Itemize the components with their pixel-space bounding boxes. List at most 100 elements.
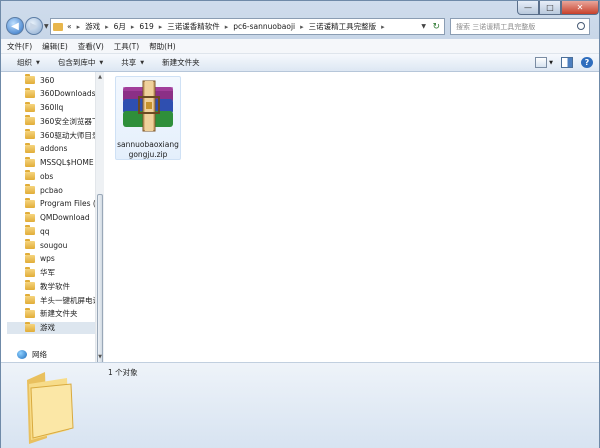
address-bar[interactable]: « ▸ 游戏 ▸ 6月 ▸ 619 ▸ 三诺谖香精软件 ▸ pc6-sannuo…: [50, 18, 445, 35]
sidebar-item-label: pcbao: [40, 185, 63, 195]
sidebar-item-label: 新建文件夹: [40, 309, 78, 319]
include-in-library-button[interactable]: 包含到库中 ▼: [58, 57, 103, 68]
sidebar-item-folder[interactable]: 360: [25, 74, 97, 86]
folder-icon: [25, 115, 35, 126]
sidebar-item-folder[interactable]: 羊头一键机屏电设: [25, 294, 97, 306]
sidebar-item-folder[interactable]: pcbao: [25, 184, 97, 196]
menu-file[interactable]: 文件(F): [7, 41, 32, 52]
folder-icon: [25, 156, 35, 167]
sidebar-item-folder[interactable]: 360llq: [25, 101, 97, 114]
maximize-button[interactable]: □: [539, 1, 561, 15]
sidebar-item-folder[interactable]: obs: [25, 170, 97, 182]
search-input[interactable]: 搜索 三诺谖精工具完整版: [450, 18, 590, 35]
sidebar-item-label: addons: [40, 144, 68, 154]
minimize-button[interactable]: —: [517, 1, 539, 15]
menu-view[interactable]: 查看(V): [78, 41, 104, 52]
network-icon: [17, 349, 27, 359]
folder-icon: [27, 372, 74, 444]
sidebar-item-label: MSSQL$HOME: [40, 158, 94, 167]
sidebar-item-folder[interactable]: 360驱动大师目录: [25, 129, 97, 141]
folder-icon: [25, 74, 35, 84]
folder-icon: [25, 239, 35, 249]
forward-button[interactable]: ▶: [25, 17, 43, 35]
sidebar-item-folder[interactable]: wps: [25, 252, 97, 265]
address-history-dropdown[interactable]: ▼: [421, 23, 426, 30]
menu-bar: 文件(F) 编辑(E) 查看(V) 工具(T) 帮助(H): [1, 39, 599, 54]
breadcrumb-separator-icon: ▸: [130, 22, 135, 31]
scroll-down-icon[interactable]: ▼: [96, 352, 104, 362]
folder-icon: [25, 294, 35, 304]
sidebar-item-folder[interactable]: 游戏: [7, 321, 97, 334]
file-name: sannuobaoxianggongju.zip: [117, 140, 179, 159]
sidebar-item-label: qq: [40, 226, 50, 236]
sidebar-item-folder[interactable]: sougou: [25, 239, 97, 251]
sidebar-item-label: 360llq: [40, 103, 64, 112]
breadcrumb-separator-icon: ▸: [300, 22, 304, 31]
breadcrumb-overflow[interactable]: «: [67, 22, 72, 31]
search-placeholder: 搜索 三诺谖精工具完整版: [456, 22, 536, 31]
sidebar-item-folder[interactable]: 360Downloads: [25, 87, 97, 100]
breadcrumb-item[interactable]: 6月: [114, 21, 126, 32]
preview-pane-icon[interactable]: [561, 57, 573, 68]
breadcrumb-item-current[interactable]: 三诺谖精工具完整版: [309, 21, 377, 32]
menu-edit[interactable]: 编辑(E): [42, 41, 68, 52]
sidebar-item-folder[interactable]: 华军: [25, 266, 97, 279]
sidebar-item-folder[interactable]: MSSQL$HOME: [25, 156, 97, 169]
search-icon[interactable]: [577, 22, 585, 30]
recent-pages-dropdown[interactable]: ▼: [44, 23, 49, 30]
sidebar-item-label: QMDownload: [40, 213, 90, 222]
share-label: 共享: [121, 58, 137, 67]
sidebar-item-label: 游戏: [40, 323, 55, 332]
new-folder-button[interactable]: 新建文件夹: [162, 57, 200, 68]
sidebar-item-label: Program Files (: [40, 199, 96, 209]
folder-icon: [25, 307, 35, 318]
navigation-scrollbar[interactable]: ▲ ▼: [95, 72, 104, 406]
sidebar-item-label: 360Downloads: [40, 89, 96, 99]
window-controls: — □ ✕: [517, 1, 599, 15]
breadcrumb-separator-icon: ▸: [381, 22, 385, 31]
menu-help[interactable]: 帮助(H): [149, 41, 176, 52]
change-view-icon[interactable]: [535, 57, 548, 68]
sidebar-item-folder[interactable]: addons: [25, 142, 97, 155]
status-item-count: 1 个对象: [108, 368, 138, 377]
folder-icon: [25, 170, 35, 181]
breadcrumb-separator-icon: ▸: [158, 22, 163, 31]
menu-tools[interactable]: 工具(T): [114, 41, 139, 52]
refresh-icon[interactable]: ↻: [432, 22, 440, 32]
breadcrumb-item[interactable]: 619: [139, 22, 153, 31]
folder-icon: [25, 197, 35, 208]
breadcrumb-item[interactable]: 游戏: [85, 21, 100, 32]
folder-icon: [25, 321, 35, 332]
sidebar-item-folder[interactable]: 360安全浏览器下: [25, 115, 97, 127]
sidebar-item-folder[interactable]: qq: [25, 225, 97, 237]
sidebar-item-label: 360驱动大师目录: [40, 130, 97, 140]
sidebar-item-label: 360: [40, 75, 55, 85]
back-button[interactable]: ◀: [6, 17, 24, 35]
sidebar-item-folder[interactable]: 教学软件: [25, 280, 97, 292]
breadcrumb-item[interactable]: pc6-sannuobaoji: [233, 22, 295, 31]
title-bar: ◀ ▶ ▼ « ▸ 游戏 ▸ 6月 ▸ 619 ▸ 三诺谖香精软件 ▸ pc6-…: [1, 1, 599, 39]
share-button[interactable]: 共享 ▼: [121, 57, 144, 68]
chevron-down-icon[interactable]: ▼: [549, 60, 553, 66]
folder-icon: [25, 266, 35, 277]
organize-label: 组织: [17, 58, 32, 67]
sidebar-item-label: 羊头一键机屏电设: [40, 295, 97, 305]
folder-icon: [25, 184, 35, 194]
sidebar-item-label: wps: [40, 254, 55, 264]
sidebar-item-network[interactable]: 网络: [17, 348, 47, 360]
breadcrumb-item[interactable]: 三诺谖香精软件: [167, 21, 220, 32]
folder-icon: [25, 252, 35, 263]
chevron-down-icon: ▼: [140, 59, 145, 66]
scroll-up-icon[interactable]: ▲: [96, 72, 104, 82]
file-item[interactable]: sannuobaoxianggongju.zip: [115, 76, 181, 160]
chevron-down-icon: ▼: [36, 59, 40, 66]
organize-button[interactable]: 组织 ▼: [17, 57, 40, 68]
sidebar-item-folder[interactable]: 新建文件夹: [25, 307, 97, 320]
sidebar-item-folder[interactable]: QMDownload: [25, 211, 97, 224]
help-icon[interactable]: ?: [581, 57, 593, 68]
sidebar-item-folder[interactable]: Program Files (: [25, 197, 97, 210]
folder-icon: [25, 129, 35, 139]
close-button[interactable]: ✕: [561, 1, 599, 15]
navigation-pane: 360 360Downloads 360llq 360安全浏览器下 360驱动大师目录 a…: [1, 72, 104, 362]
folder-icon: [25, 87, 35, 98]
